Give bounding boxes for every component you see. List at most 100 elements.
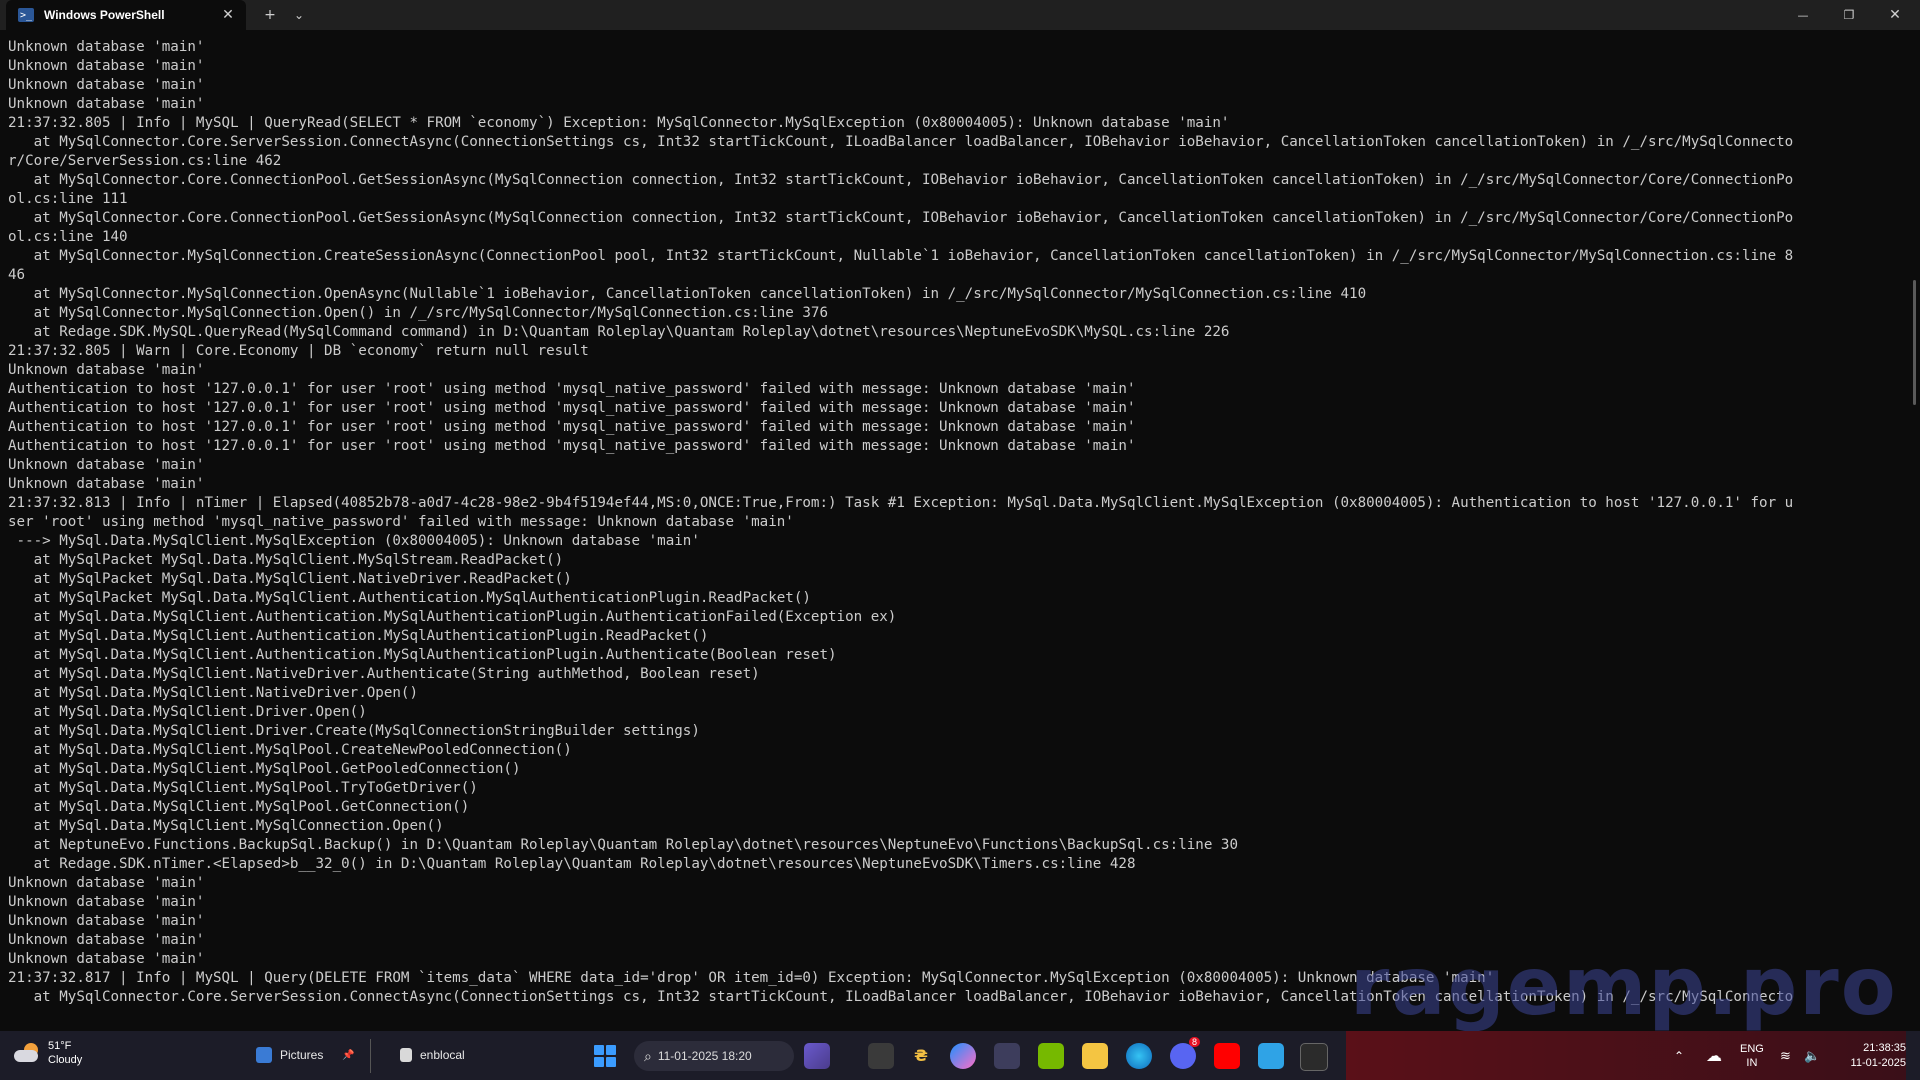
title-bar: >_ Windows PowerShell ✕ + ⌄ — ❐ ✕ — [0, 0, 1920, 30]
terminal-line: at MySqlConnector.Core.ConnectionPool.Ge… — [8, 210, 1794, 226]
search-icon: ⌕ — [644, 1047, 652, 1064]
terminal-line: Unknown database 'main' — [8, 96, 205, 112]
tab-close-icon[interactable]: ✕ — [218, 7, 238, 23]
terminal-line: Authentication to host '127.0.0.1' for u… — [8, 381, 1136, 397]
tab-dropdown-button[interactable]: ⌄ — [288, 0, 310, 30]
maximize-button[interactable]: ❐ — [1826, 0, 1872, 30]
terminal-line: ol.cs:line 111 — [8, 191, 128, 207]
terminal-line: Unknown database 'main' — [8, 913, 205, 929]
store-icon[interactable] — [994, 1043, 1020, 1069]
taskbar: 51°F Cloudy Pictures 📌 enblocal ⌕ 11-01-… — [0, 1031, 1920, 1080]
watermark: ragemp.pro — [1350, 940, 1898, 1033]
app-thumbnail-icon[interactable] — [804, 1043, 830, 1069]
terminal-line: Unknown database 'main' — [8, 362, 205, 378]
terminal-line: at MySqlConnector.MySqlConnection.Create… — [8, 248, 1794, 264]
terminal-line: at MySqlConnector.Core.ServerSession.Con… — [8, 134, 1794, 150]
weather-temp: 51°F — [48, 1040, 72, 1052]
discord-icon[interactable]: 8 — [1170, 1037, 1200, 1069]
terminal-line: at MySql.Data.MySqlClient.MySqlPool.GetP… — [8, 761, 521, 777]
taskbar-separator — [370, 1039, 371, 1073]
youtube-icon[interactable] — [1214, 1043, 1240, 1069]
nvidia-icon[interactable] — [1038, 1043, 1064, 1069]
terminal-line: at MySql.Data.MySqlClient.Authentication… — [8, 609, 897, 625]
search-label: 11-01-2025 18:20 — [657, 1049, 752, 1063]
terminal-line: at MySqlPacket MySql.Data.MySqlClient.My… — [8, 552, 564, 568]
terminal-line: at MySqlPacket MySql.Data.MySqlClient.Na… — [8, 571, 572, 587]
terminal-line: 21:37:32.805 | Warn | Core.Economy | DB … — [8, 343, 589, 359]
pictures-label: Pictures — [280, 1048, 324, 1062]
terminal-output[interactable]: Unknown database 'main' Unknown database … — [8, 38, 1898, 1018]
terminal-app-icon[interactable] — [1300, 1043, 1328, 1071]
file-icon — [400, 1048, 412, 1062]
volume-icon[interactable]: 🔈 — [1804, 1031, 1820, 1080]
terminal-line: at MySql.Data.MySqlClient.MySqlConnectio… — [8, 818, 444, 834]
terminal-line: at MySql.Data.MySqlClient.Authentication… — [8, 647, 837, 663]
powershell-window: >_ Windows PowerShell ✕ + ⌄ — ❐ ✕ Unknow… — [0, 0, 1920, 1033]
windows-start-icon[interactable] — [594, 1045, 616, 1067]
terminal-line: at MySql.Data.MySqlClient.NativeDriver.A… — [8, 666, 760, 682]
edge-icon[interactable] — [1126, 1043, 1152, 1069]
new-tab-button[interactable]: + — [258, 0, 282, 30]
copilot-icon[interactable] — [950, 1043, 976, 1069]
taskbar-app-enblocal[interactable]: enblocal — [400, 1040, 465, 1070]
terminal-line: ol.cs:line 140 — [8, 229, 128, 245]
partly-cloudy-icon — [14, 1043, 42, 1063]
show-hidden-icons-chevron-icon[interactable]: ⌃ — [1674, 1031, 1684, 1080]
tab-windows-powershell[interactable]: >_ Windows PowerShell ✕ — [6, 0, 246, 30]
terminal-line: at MySqlConnector.MySqlConnection.Open()… — [8, 305, 828, 321]
discord-badge: 8 — [1188, 1037, 1200, 1047]
terminal-line: Unknown database 'main' — [8, 457, 205, 473]
taskbar-app-pictures[interactable]: Pictures — [256, 1040, 323, 1070]
language-indicator[interactable]: ENG IN — [1740, 1031, 1764, 1080]
taskbar-search[interactable]: ⌕ 11-01-2025 18:20 — [634, 1041, 794, 1071]
terminal-line: ser 'root' using method 'mysql_native_pa… — [8, 514, 794, 530]
terminal-line: Unknown database 'main' — [8, 894, 205, 910]
weather-condition: Cloudy — [48, 1054, 83, 1066]
terminal-line: at Redage.SDK.nTimer.<Elapsed>b__32_0() … — [8, 856, 1136, 872]
terminal-line: at MySql.Data.MySqlClient.Driver.Open() — [8, 704, 367, 720]
terminal-line: at MySqlConnector.Core.ConnectionPool.Ge… — [8, 172, 1794, 188]
taskbar-highlight — [1346, 1031, 1906, 1080]
terminal-line: at NeptuneEvo.Functions.BackupSql.Backup… — [8, 837, 1238, 853]
clock-date: 11-01-2025 — [1850, 1057, 1906, 1069]
terminal-line: 21:37:32.813 | Info | nTimer | Elapsed(4… — [8, 495, 1794, 511]
weather-widget[interactable]: 51°F Cloudy — [14, 1039, 82, 1067]
terminal-line: Unknown database 'main' — [8, 476, 205, 492]
notepad-icon[interactable] — [1258, 1043, 1284, 1069]
terminal-line: Unknown database 'main' — [8, 58, 205, 74]
terminal-line: Unknown database 'main' — [8, 77, 205, 93]
terminal-line: Unknown database 'main' — [8, 39, 205, 55]
terminal-line: at MySql.Data.MySqlClient.MySqlPool.TryT… — [8, 780, 478, 796]
terminal-line: at MySql.Data.MySqlClient.Driver.Create(… — [8, 723, 700, 739]
terminal-line: r/Core/ServerSession.cs:line 462 — [8, 153, 282, 169]
tab-title: Windows PowerShell — [44, 8, 165, 22]
terminal-line: at MySql.Data.MySqlClient.Authentication… — [8, 628, 709, 644]
settings-app-icon[interactable] — [868, 1043, 894, 1069]
close-window-button[interactable]: ✕ — [1872, 0, 1918, 30]
terminal-line: at MySql.Data.MySqlClient.MySqlPool.GetC… — [8, 799, 470, 815]
enblocal-label: enblocal — [420, 1048, 465, 1062]
terminal-line: at MySql.Data.MySqlClient.MySqlPool.Crea… — [8, 742, 572, 758]
onedrive-cloud-icon[interactable]: ☁ — [1706, 1031, 1722, 1080]
terminal-line: ---> MySql.Data.MySqlClient.MySqlExcepti… — [8, 533, 700, 549]
vertical-scrollbar[interactable] — [1913, 280, 1916, 405]
system-clock[interactable]: 21:38:35 11-01-2025 — [1851, 1041, 1906, 1071]
terminal-line: Unknown database 'main' — [8, 875, 205, 891]
app-icon-r[interactable]: ₴ — [908, 1043, 934, 1069]
region-code: IN — [1746, 1056, 1758, 1069]
terminal-line: 21:37:32.805 | Info | MySQL | QueryRead(… — [8, 115, 1230, 131]
minimize-button[interactable]: — — [1780, 0, 1826, 30]
powershell-icon: >_ — [18, 8, 34, 22]
terminal-line: Authentication to host '127.0.0.1' for u… — [8, 400, 1136, 416]
terminal-line: Authentication to host '127.0.0.1' for u… — [8, 419, 1136, 435]
folder-pictures-icon — [256, 1047, 272, 1063]
pin-icon[interactable]: 📌 — [342, 1040, 354, 1070]
terminal-line: at MySql.Data.MySqlClient.NativeDriver.O… — [8, 685, 418, 701]
file-explorer-icon[interactable] — [1082, 1043, 1108, 1069]
terminal-line: 46 — [8, 267, 26, 283]
terminal-line: Authentication to host '127.0.0.1' for u… — [8, 438, 1136, 454]
clock-time: 21:38:35 — [1863, 1042, 1906, 1054]
terminal-line: at MySqlConnector.MySqlConnection.OpenAs… — [8, 286, 1367, 302]
wifi-icon[interactable]: ≋ — [1780, 1031, 1791, 1080]
terminal-line: at Redage.SDK.MySQL.QueryRead(MySqlComma… — [8, 324, 1230, 340]
